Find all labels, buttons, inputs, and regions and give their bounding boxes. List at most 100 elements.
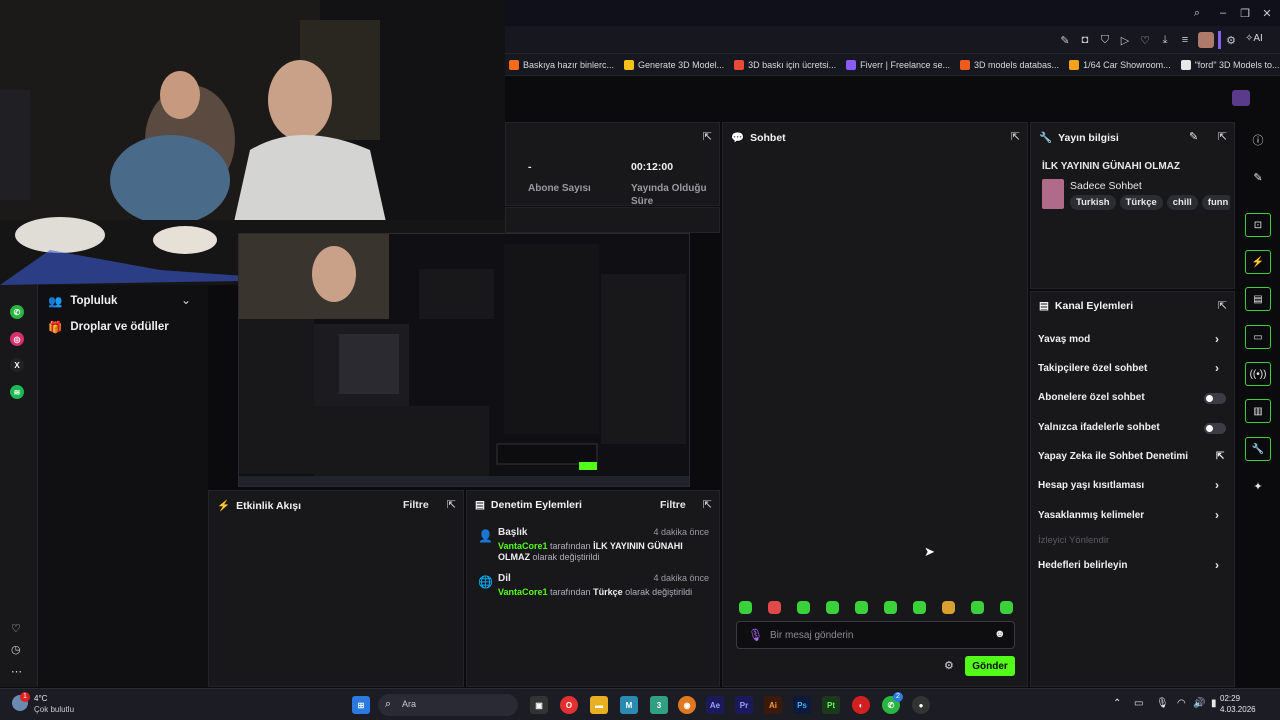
- popout-icon[interactable]: ⇱: [703, 498, 712, 511]
- x-icon[interactable]: X: [10, 358, 24, 372]
- document-icon[interactable]: ▤: [1245, 287, 1271, 311]
- wifi-icon[interactable]: ◠: [1177, 698, 1186, 709]
- whatsapp-icon[interactable]: ✆: [10, 305, 24, 319]
- photoshop-icon[interactable]: Ps: [793, 696, 811, 714]
- more-icon[interactable]: ⋯: [11, 665, 22, 678]
- info-icon[interactable]: ⓘ: [1245, 128, 1271, 152]
- popout-icon[interactable]: ⇱: [1218, 299, 1227, 312]
- wrench-icon[interactable]: 🔧: [1245, 437, 1271, 461]
- chevron-right-icon[interactable]: ›: [1215, 508, 1219, 522]
- apps-icon[interactable]: ✦: [1245, 474, 1271, 498]
- tag-chip[interactable]: Türkçe: [1119, 195, 1163, 210]
- folder-icon[interactable]: ▬: [590, 696, 608, 714]
- mod-entry-user[interactable]: VantaCore1: [498, 587, 548, 597]
- extensions-icon[interactable]: ⚙: [1224, 33, 1238, 47]
- external-link-icon[interactable]: ⇱: [1216, 451, 1224, 462]
- emote-icon[interactable]: [768, 601, 781, 614]
- channel-action-item[interactable]: Yasaklanmış kelimeler: [1038, 510, 1144, 521]
- activity-filter-button[interactable]: Filtre: [403, 499, 429, 511]
- channel-action-item[interactable]: Yavaş mod: [1038, 334, 1090, 345]
- microphone-icon[interactable]: 🎙: [748, 628, 763, 642]
- tray-chevron-icon[interactable]: ⌃: [1113, 698, 1121, 709]
- app-red-icon[interactable]: ◐: [852, 696, 870, 714]
- taskbar-search[interactable]: ⌕ Ara: [378, 694, 518, 716]
- tag-chip[interactable]: Turkish: [1070, 195, 1116, 210]
- channel-action-item[interactable]: Hedefleri belirleyin: [1038, 560, 1127, 571]
- chevron-right-icon[interactable]: ›: [1215, 558, 1219, 572]
- instagram-icon[interactable]: ◎: [10, 332, 24, 346]
- toggle-switch[interactable]: [1204, 423, 1226, 434]
- popout-icon[interactable]: ⇱: [1218, 130, 1227, 143]
- menu-community[interactable]: 👥 Topluluk: [48, 294, 117, 308]
- channel-action-item[interactable]: Abonelere özel sohbet: [1038, 392, 1145, 403]
- download-icon[interactable]: ⤓: [1158, 33, 1172, 47]
- bookmark-item[interactable]: 1/64 Car Showroom...: [1069, 59, 1171, 70]
- popout-icon[interactable]: ⇱: [703, 130, 712, 143]
- after-effects-icon[interactable]: Ae: [706, 696, 724, 714]
- chevron-right-icon[interactable]: ›: [1215, 332, 1219, 346]
- channel-action-item[interactable]: Hesap yaşı kısıtlaması: [1038, 480, 1144, 491]
- blender-icon[interactable]: ◉: [678, 696, 696, 714]
- profile-avatar[interactable]: [1198, 32, 1214, 48]
- emote-icon[interactable]: [913, 601, 926, 614]
- heart-icon[interactable]: ♡: [11, 622, 21, 635]
- settings-icon[interactable]: ⚙: [944, 659, 954, 672]
- chat-input[interactable]: 🎙 Bir mesaj gönderin ☻: [736, 621, 1015, 649]
- emote-icon[interactable]: [739, 601, 752, 614]
- channel-action-item[interactable]: Takipçilere özel sohbet: [1038, 363, 1147, 374]
- mod-entry-user[interactable]: VantaCore1: [498, 541, 548, 551]
- edit-icon[interactable]: ✎: [1058, 33, 1072, 47]
- tag-chip[interactable]: chill: [1166, 195, 1198, 210]
- emote-icon[interactable]: [797, 601, 810, 614]
- app-pt-icon[interactable]: Pt: [822, 696, 840, 714]
- layout-icon[interactable]: ▥: [1245, 399, 1271, 423]
- channel-action-item[interactable]: Yapay Zeka ile Sohbet Denetimi: [1038, 451, 1188, 462]
- shield-icon[interactable]: ⛉: [1098, 33, 1112, 47]
- bookmark-item[interactable]: Generate 3D Model...: [624, 59, 724, 70]
- tag-chip[interactable]: funn: [1201, 195, 1230, 210]
- windows-start-icon[interactable]: ⊞: [352, 696, 370, 714]
- camera-icon[interactable]: ◘: [1078, 33, 1092, 47]
- toggle-switch[interactable]: [1204, 393, 1226, 404]
- opera-icon[interactable]: O: [560, 696, 578, 714]
- channel-avatar[interactable]: [1232, 90, 1250, 106]
- app-m-icon[interactable]: M: [620, 696, 638, 714]
- pencil-icon[interactable]: ✎: [1245, 165, 1271, 189]
- chat-icon[interactable]: ▭: [1245, 325, 1271, 349]
- broadcast-icon[interactable]: ((•)): [1245, 362, 1271, 386]
- volume-icon[interactable]: 🔊: [1193, 698, 1205, 709]
- capture-icon[interactable]: ⊡: [1245, 213, 1271, 237]
- moderation-filter-button[interactable]: Filtre: [660, 499, 686, 511]
- heart-icon[interactable]: ♡: [1138, 33, 1152, 47]
- menu-drops[interactable]: 🎁 Droplar ve ödüller: [48, 320, 169, 334]
- tray-app-icon[interactable]: ▭: [1134, 698, 1143, 709]
- emote-icon[interactable]: [884, 601, 897, 614]
- task-view-icon[interactable]: ▣: [530, 696, 548, 714]
- bookmark-item[interactable]: Fiverr | Freelance se...: [846, 59, 950, 70]
- edit-icon[interactable]: ✎: [1189, 130, 1198, 143]
- chevron-right-icon[interactable]: ›: [1215, 361, 1219, 375]
- lightning-icon[interactable]: ⚡: [1245, 250, 1271, 274]
- bookmark-item[interactable]: 3D baskı için ücretsi...: [734, 59, 836, 70]
- app-3-icon[interactable]: 3: [650, 696, 668, 714]
- battery-icon[interactable]: ▮: [1211, 698, 1217, 709]
- microphone-icon[interactable]: 🎙: [1156, 698, 1169, 709]
- bookmark-item[interactable]: 3D models databas...: [960, 59, 1059, 70]
- emote-icon[interactable]: [971, 601, 984, 614]
- bookmark-item[interactable]: Baskıya hazır binlerc...: [509, 59, 614, 70]
- play-icon[interactable]: ▷: [1118, 33, 1132, 47]
- emote-icon[interactable]: [942, 601, 955, 614]
- channel-action-item[interactable]: Yalnızca ifadelerle sohbet: [1038, 422, 1160, 433]
- stream-preview[interactable]: [238, 233, 690, 487]
- search-icon[interactable]: ⌕: [1190, 6, 1204, 20]
- illustrator-icon[interactable]: Ai: [764, 696, 782, 714]
- popout-icon[interactable]: ⇱: [1011, 130, 1020, 143]
- obs-icon[interactable]: ●: [912, 696, 930, 714]
- chevron-right-icon[interactable]: ›: [1215, 478, 1219, 492]
- send-button[interactable]: Gönder: [965, 656, 1015, 676]
- emote-icon[interactable]: [826, 601, 839, 614]
- chevron-down-icon[interactable]: ⌄: [181, 293, 191, 307]
- minimize-icon[interactable]: –: [1216, 6, 1230, 20]
- ai-button[interactable]: ✧AI: [1245, 33, 1263, 44]
- spotify-icon[interactable]: ≋: [10, 385, 24, 399]
